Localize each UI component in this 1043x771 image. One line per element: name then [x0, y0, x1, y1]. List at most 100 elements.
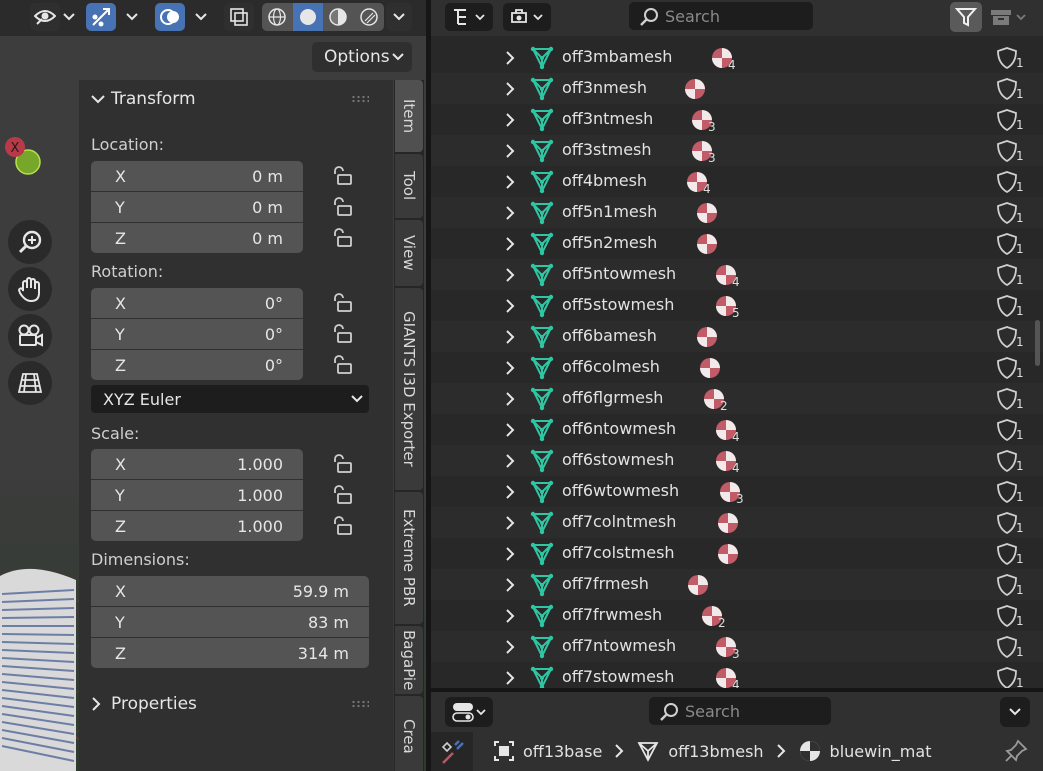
navigation-gizmo[interactable]: X: [2, 134, 46, 178]
expand-toggle[interactable]: [505, 639, 515, 658]
lock-toggle-button[interactable]: [331, 354, 355, 376]
modifier-indicator[interactable]: [996, 294, 1018, 322]
expand-toggle[interactable]: [505, 112, 515, 131]
mesh-icon-wrap[interactable]: [530, 541, 554, 571]
lock-toggle-button[interactable]: [331, 196, 355, 218]
expand-toggle[interactable]: [505, 670, 515, 688]
pin-icon[interactable]: [1004, 739, 1028, 763]
modifier-indicator[interactable]: [996, 635, 1018, 663]
lock-toggle-button[interactable]: [331, 227, 355, 249]
rendered-shading-button[interactable]: [354, 3, 385, 31]
expand-toggle[interactable]: [505, 422, 515, 441]
outliner-scrollbar[interactable]: [1035, 320, 1040, 366]
outliner-row[interactable]: off5n2mesh 1: [431, 228, 1043, 259]
material-slot[interactable]: 3: [691, 109, 716, 134]
modifier-indicator[interactable]: [996, 542, 1018, 570]
solid-shading-button[interactable]: [292, 3, 323, 31]
outliner-row[interactable]: off4bmesh 4 1: [431, 166, 1043, 197]
expand-toggle[interactable]: [505, 267, 515, 286]
mesh-icon-wrap[interactable]: [530, 510, 554, 540]
mesh-icon-wrap[interactable]: [530, 138, 554, 168]
sidebar-tab-extreme-pbr[interactable]: Extreme PBR: [395, 492, 423, 624]
overlays-toggle-button[interactable]: [155, 3, 185, 31]
outliner-row[interactable]: off6stowmesh 4 1: [431, 445, 1043, 476]
drag-grip-icon[interactable]: [351, 95, 369, 103]
material-slot[interactable]: 2: [703, 388, 728, 413]
gizmo-toggle-button[interactable]: [86, 3, 116, 31]
properties-search-input[interactable]: Search: [649, 697, 831, 725]
loc-x-field[interactable]: X 0 m: [91, 161, 303, 191]
mesh-icon-wrap[interactable]: [530, 262, 554, 292]
modifier-indicator[interactable]: [996, 46, 1018, 74]
material-slot[interactable]: 4: [715, 419, 740, 444]
outliner-row[interactable]: off6flgrmesh 2 1: [431, 383, 1043, 414]
modifier-indicator[interactable]: [996, 201, 1018, 229]
material-slot[interactable]: 5: [715, 295, 740, 320]
expand-toggle[interactable]: [505, 298, 515, 317]
material-slot[interactable]: [687, 574, 709, 596]
outliner-display-mode-button[interactable]: [445, 3, 493, 31]
expand-toggle[interactable]: [505, 515, 515, 534]
modifier-indicator[interactable]: [996, 263, 1018, 291]
modifier-indicator[interactable]: [996, 77, 1018, 105]
expand-toggle[interactable]: [505, 360, 515, 379]
material-shading-button[interactable]: [323, 3, 354, 31]
outliner-row[interactable]: off3mbamesh 4 1: [431, 42, 1043, 73]
material-slot[interactable]: 4: [715, 450, 740, 475]
dim-x-field[interactable]: X 59.9 m: [91, 576, 369, 606]
expand-toggle[interactable]: [505, 577, 515, 596]
sidebar-tab-crea[interactable]: Crea: [395, 696, 423, 771]
lock-toggle-button[interactable]: [331, 484, 355, 506]
expand-toggle[interactable]: [505, 174, 515, 193]
material-slot[interactable]: [696, 326, 718, 348]
loc-z-field[interactable]: Z 0 m: [91, 223, 303, 253]
outliner-row[interactable]: off7ntowmesh 3 1: [431, 631, 1043, 662]
modifier-indicator[interactable]: [996, 418, 1018, 446]
material-slot[interactable]: 3: [691, 140, 716, 165]
outliner-row[interactable]: off7stowmesh 4 1: [431, 662, 1043, 688]
material-slot[interactable]: [684, 78, 706, 100]
modifier-indicator[interactable]: [996, 170, 1018, 198]
zoom-tool-button[interactable]: [8, 220, 52, 264]
pan-tool-button[interactable]: [8, 267, 52, 311]
mesh-icon-wrap[interactable]: [530, 231, 554, 261]
outliner-row[interactable]: off3ntmesh 3 1: [431, 104, 1043, 135]
outliner-row[interactable]: off6colmesh 1: [431, 352, 1043, 383]
outliner-search-input[interactable]: Search: [629, 2, 813, 30]
mesh-icon-wrap[interactable]: [530, 572, 554, 602]
material-slot[interactable]: [717, 512, 739, 534]
modifier-indicator[interactable]: [996, 387, 1018, 415]
lock-toggle-button[interactable]: [331, 292, 355, 314]
expand-toggle[interactable]: [505, 143, 515, 162]
editor-type-button[interactable]: [445, 697, 493, 727]
modifier-indicator[interactable]: [996, 108, 1018, 136]
loc-y-field[interactable]: Y 0 m: [91, 192, 303, 222]
outliner-row[interactable]: off6bamesh 1: [431, 321, 1043, 352]
tool-properties-tab[interactable]: [431, 732, 473, 771]
mesh-icon-wrap[interactable]: [530, 417, 554, 447]
mesh-icon-wrap[interactable]: [530, 324, 554, 354]
material-slot[interactable]: [717, 543, 739, 565]
options-dropdown-button[interactable]: Options: [312, 42, 412, 72]
overlays-dropdown-button[interactable]: [190, 3, 212, 31]
sidebar-tab-bagapie[interactable]: BagaPie: [395, 626, 423, 694]
mesh-icon-wrap[interactable]: [530, 386, 554, 416]
expand-toggle[interactable]: [505, 236, 515, 255]
outliner-row[interactable]: off7colstmesh 1: [431, 538, 1043, 569]
sidebar-tab-giants-i3d-exporter[interactable]: GIANTS I3D Exporter: [395, 288, 423, 490]
rot-y-field[interactable]: Y 0°: [91, 319, 303, 349]
modifier-indicator[interactable]: [996, 356, 1018, 384]
outliner-row[interactable]: off3nmesh 1: [431, 73, 1043, 104]
modifier-indicator[interactable]: [996, 666, 1018, 688]
lock-toggle-button[interactable]: [331, 165, 355, 187]
mesh-icon-wrap[interactable]: [530, 76, 554, 106]
modifier-indicator[interactable]: [996, 325, 1018, 353]
material-slot[interactable]: 4: [715, 667, 740, 688]
outliner-row[interactable]: off6ntowmesh 4 1: [431, 414, 1043, 445]
outliner-row[interactable]: off7colntmesh 1: [431, 507, 1043, 538]
material-slot[interactable]: [699, 357, 721, 379]
outliner-row[interactable]: off3stmesh 3 1: [431, 135, 1043, 166]
material-slot[interactable]: [696, 233, 718, 255]
wireframe-shading-button[interactable]: [262, 3, 293, 31]
scale-z-field[interactable]: Z 1.000: [91, 511, 303, 541]
